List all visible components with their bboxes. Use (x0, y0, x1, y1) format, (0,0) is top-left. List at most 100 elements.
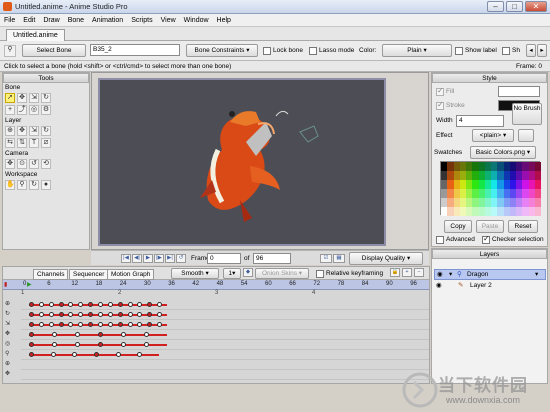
keyframe-dot[interactable] (157, 322, 163, 327)
step-dropdown[interactable]: 1▾ (223, 268, 241, 279)
keyframe-dot[interactable] (98, 342, 103, 347)
track-row[interactable] (21, 331, 429, 340)
zoom-in-icon[interactable]: + (402, 268, 412, 277)
shear-layer-icon[interactable]: ⧄ (41, 138, 51, 148)
keyframe-dot[interactable] (68, 302, 74, 307)
menu-edit[interactable]: Edit (19, 17, 39, 24)
menu-view[interactable]: View (157, 17, 180, 24)
total-frames-field[interactable]: 96 (253, 253, 291, 264)
layer-menu-icon[interactable]: ▾ (535, 270, 538, 280)
keyframe-dot[interactable] (29, 342, 34, 347)
keyframe-dot[interactable] (117, 322, 123, 327)
keyframe-dot[interactable] (98, 312, 103, 317)
playhead-icon[interactable]: ▶ (27, 281, 32, 288)
checker-selection-checkbox[interactable] (482, 234, 490, 244)
palette-swatch[interactable] (534, 180, 541, 189)
step-back-icon[interactable]: ◀| (132, 254, 142, 263)
keyframe-dot[interactable] (137, 322, 143, 327)
canvas-area[interactable] (91, 72, 429, 250)
keyframe-dot[interactable] (75, 332, 80, 337)
menu-scripts[interactable]: Scripts (127, 17, 156, 24)
keyframe-dot[interactable] (121, 332, 126, 337)
effect-edit-button[interactable] (518, 129, 534, 142)
track-row[interactable] (21, 321, 429, 330)
palette-swatch[interactable] (534, 189, 541, 198)
interpolation-dropdown[interactable]: Smooth ▾ (171, 268, 219, 279)
track-row[interactable] (21, 311, 429, 320)
keyframe-dot[interactable] (58, 302, 64, 307)
keyframe-dot[interactable] (98, 302, 103, 307)
keyframe-dot[interactable] (115, 352, 121, 357)
keyframe-dot[interactable] (117, 312, 123, 317)
palette-swatch[interactable] (534, 171, 541, 180)
zoom-out-icon[interactable]: − (414, 268, 424, 277)
keyframe-dot[interactable] (78, 322, 84, 327)
keyframe-dot[interactable] (52, 332, 57, 337)
width-field[interactable]: 4 (456, 115, 504, 127)
keyframe-dot[interactable] (107, 322, 113, 327)
fast-forward-icon[interactable]: ▶| (165, 254, 175, 263)
track-row[interactable] (21, 361, 429, 370)
zoom-icon[interactable]: ⚲ (17, 180, 27, 190)
keyframe-dot[interactable] (157, 302, 163, 307)
keyframe-dot[interactable] (147, 322, 153, 327)
hand-icon[interactable]: ✋ (5, 180, 15, 190)
keyframe-dot[interactable] (107, 312, 113, 317)
keyframe-dot[interactable] (29, 352, 34, 357)
copy-style-button[interactable]: Copy (444, 220, 472, 233)
keyframe-dot[interactable] (58, 312, 64, 317)
loop-icon[interactable]: ↺ (176, 254, 186, 263)
keyframe-dot[interactable] (72, 352, 78, 357)
keyframe-dot[interactable] (48, 322, 54, 327)
keyframe-dot[interactable] (137, 312, 143, 317)
timeline-ruler[interactable]: ▮ ▶ 0 6 12 18 24 30 36 42 48 54 60 66 72 78 84 90 96 (3, 280, 429, 290)
track-row[interactable] (21, 351, 429, 360)
track-camera-icon[interactable]: ✥ (5, 159, 15, 169)
menu-window[interactable]: Window (180, 17, 213, 24)
keyframe-dot[interactable] (48, 302, 54, 307)
reset-style-button[interactable]: Reset (508, 220, 538, 233)
minimize-button[interactable]: – (487, 1, 504, 12)
keyframe-dot[interactable] (88, 322, 94, 327)
close-button[interactable]: ✕ (525, 1, 547, 12)
text-tool-icon[interactable]: T (29, 138, 39, 148)
paste-style-button[interactable]: Paste (476, 220, 504, 233)
scroll-left-button[interactable]: ◂ (526, 44, 536, 57)
menu-help[interactable]: Help (213, 17, 235, 24)
layer-row-layer2[interactable]: ◉ ✎ Layer 2 (434, 281, 546, 292)
frame-field[interactable]: 0 (207, 253, 241, 264)
show-label-checkbox[interactable] (455, 47, 463, 55)
keyframe-dot[interactable] (127, 322, 133, 327)
checkbox-toggle-icon[interactable]: ☑ (320, 254, 332, 263)
keyframe-dot[interactable] (137, 352, 143, 357)
fill-color-swatch[interactable] (498, 86, 540, 97)
keyframe-dot[interactable] (50, 352, 56, 357)
menu-draw[interactable]: Draw (39, 17, 63, 24)
effect-dropdown[interactable]: <plain> ▾ (472, 129, 514, 142)
keyframe-dot[interactable] (68, 322, 74, 327)
stroke-checkbox[interactable] (436, 100, 444, 110)
step-forward-icon[interactable]: |▶ (154, 254, 164, 263)
keyframe-dot[interactable] (117, 302, 123, 307)
menu-bone[interactable]: Bone (64, 17, 88, 24)
keyframe-dot[interactable] (98, 322, 103, 327)
translate-bone-icon[interactable]: ✥ (17, 93, 27, 103)
stage[interactable] (98, 78, 386, 246)
keyframe-dot[interactable] (147, 312, 153, 317)
keyframe-dot[interactable] (38, 322, 44, 327)
set-origin-icon[interactable]: ⊕ (5, 126, 15, 136)
maximize-button[interactable]: □ (506, 1, 523, 12)
keyframe-dot[interactable] (78, 312, 84, 317)
palette-swatch[interactable] (534, 207, 541, 216)
keyframe-dot[interactable] (75, 342, 80, 347)
wireframe-icon[interactable]: ▦ (333, 254, 345, 263)
menu-animation[interactable]: Animation (88, 17, 127, 24)
keyframe-dot[interactable] (29, 322, 34, 327)
keyframe-dot[interactable] (98, 332, 103, 337)
visibility-eye-icon[interactable]: ◉ (436, 281, 442, 291)
rotate-bone-icon[interactable]: ↻ (41, 93, 51, 103)
pan-tilt-camera-icon[interactable]: ⟲ (41, 159, 51, 169)
palette-swatch[interactable] (534, 198, 541, 207)
keyframe-dot[interactable] (127, 302, 133, 307)
swatches-dropdown[interactable]: Basic Colors.png ▾ (470, 146, 536, 159)
